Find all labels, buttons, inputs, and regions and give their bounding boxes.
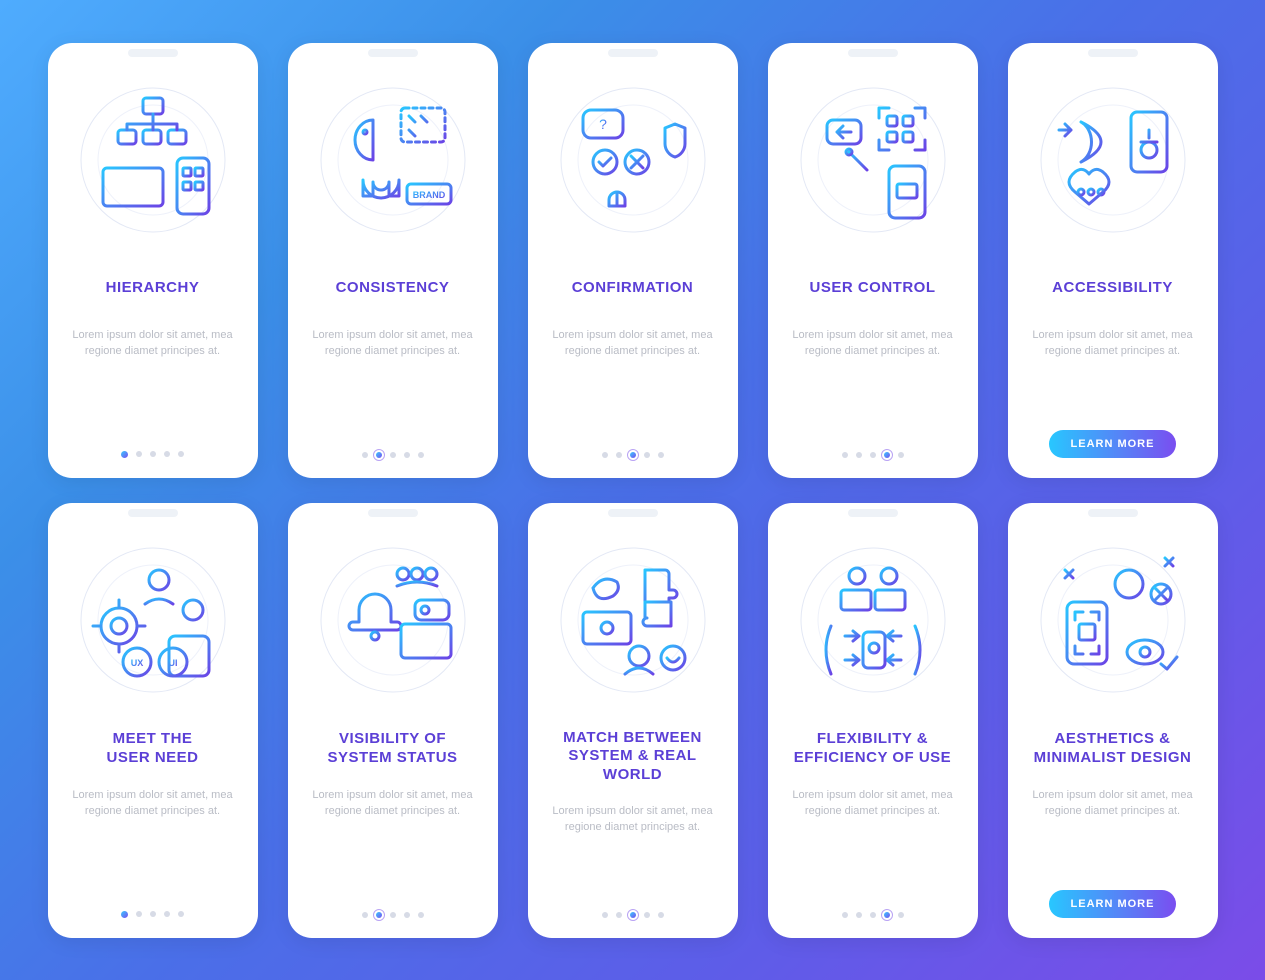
card-title: AESTHETICS & MINIMALIST DESIGN bbox=[1034, 729, 1192, 769]
minimalist-icon bbox=[1028, 535, 1198, 705]
phone-card: ACCESSIBILITY Lorem ipsum dolor sit amet,… bbox=[1008, 43, 1218, 478]
learn-more-button[interactable]: LEARN MORE bbox=[1049, 430, 1177, 458]
pagination-dot[interactable] bbox=[121, 911, 128, 918]
card-title: VISIBILITY OF SYSTEM STATUS bbox=[327, 729, 457, 769]
match-system-icon bbox=[548, 535, 718, 705]
accessibility-icon bbox=[1028, 75, 1198, 245]
pagination-dots bbox=[602, 434, 664, 458]
pagination-dot[interactable] bbox=[150, 911, 156, 917]
pagination-dots bbox=[362, 434, 424, 458]
card-description: Lorem ipsum dolor sit amet, mea regione … bbox=[58, 327, 248, 360]
phone-card: ? CONFIRMATION Lorem ipsum dolor sit amet,… bbox=[528, 43, 738, 478]
svg-text:UI: UI bbox=[168, 658, 177, 668]
card-title: HIERARCHY bbox=[106, 269, 200, 309]
pagination-dot[interactable] bbox=[856, 912, 862, 918]
pagination-dot[interactable] bbox=[630, 452, 636, 458]
pagination-dot[interactable] bbox=[390, 912, 396, 918]
card-description: Lorem ipsum dolor sit amet, mea regione … bbox=[778, 327, 968, 360]
pagination-dot[interactable] bbox=[856, 452, 862, 458]
pagination-dot[interactable] bbox=[418, 912, 424, 918]
pagination-dot[interactable] bbox=[658, 452, 664, 458]
pagination-dot[interactable] bbox=[150, 451, 156, 457]
card-description: Lorem ipsum dolor sit amet, mea regione … bbox=[298, 787, 488, 820]
card-title: FLEXIBILITY & EFFICIENCY OF USE bbox=[794, 729, 951, 769]
card-title: USER CONTROL bbox=[810, 269, 936, 309]
card-title: MATCH BETWEEN SYSTEM & REAL WORLD bbox=[538, 729, 728, 785]
learn-more-button[interactable]: LEARN MORE bbox=[1049, 890, 1177, 918]
phone-card: BRAND CONSISTENCY Lorem ipsum dolor sit am… bbox=[288, 43, 498, 478]
card-description: Lorem ipsum dolor sit amet, mea regione … bbox=[1018, 327, 1208, 360]
flexibility-icon bbox=[788, 535, 958, 705]
confirmation-icon: ? bbox=[548, 75, 718, 245]
pagination-dot[interactable] bbox=[630, 912, 636, 918]
pagination-dots bbox=[842, 434, 904, 458]
phone-card: MATCH BETWEEN SYSTEM & REAL WORLD Lorem i… bbox=[528, 503, 738, 938]
phone-card: USER CONTROL Lorem ipsum dolor sit amet, … bbox=[768, 43, 978, 478]
system-status-icon bbox=[308, 535, 478, 705]
pagination-dot[interactable] bbox=[136, 911, 142, 917]
card-description: Lorem ipsum dolor sit amet, mea regione … bbox=[538, 327, 728, 360]
card-description: Lorem ipsum dolor sit amet, mea regione … bbox=[538, 803, 728, 836]
pagination-dot[interactable] bbox=[390, 452, 396, 458]
phone-card: HIERARCHY Lorem ipsum dolor sit amet, mea… bbox=[48, 43, 258, 478]
user-need-icon: UX UI bbox=[68, 535, 238, 705]
card-title: ACCESSIBILITY bbox=[1052, 269, 1173, 309]
pagination-dot[interactable] bbox=[404, 912, 410, 918]
pagination-dot[interactable] bbox=[602, 912, 608, 918]
pagination-dot[interactable] bbox=[870, 912, 876, 918]
pagination-dot[interactable] bbox=[404, 452, 410, 458]
card-description: Lorem ipsum dolor sit amet, mea regione … bbox=[58, 787, 248, 820]
user-control-icon bbox=[788, 75, 958, 245]
card-description: Lorem ipsum dolor sit amet, mea regione … bbox=[778, 787, 968, 820]
pagination-dots bbox=[121, 893, 184, 918]
pagination-dot[interactable] bbox=[602, 452, 608, 458]
pagination-dot[interactable] bbox=[121, 451, 128, 458]
phone-mockup-grid: HIERARCHY Lorem ipsum dolor sit amet, mea… bbox=[48, 43, 1218, 938]
hierarchy-icon bbox=[68, 75, 238, 245]
pagination-dot[interactable] bbox=[884, 452, 890, 458]
pagination-dots bbox=[362, 894, 424, 918]
card-title: CONFIRMATION bbox=[572, 269, 694, 309]
phone-card: FLEXIBILITY & EFFICIENCY OF USE Lorem ips… bbox=[768, 503, 978, 938]
svg-text:?: ? bbox=[599, 116, 607, 132]
card-title: CONSISTENCY bbox=[336, 269, 450, 309]
pagination-dot[interactable] bbox=[362, 912, 368, 918]
svg-text:BRAND: BRAND bbox=[412, 190, 445, 200]
pagination-dot[interactable] bbox=[178, 451, 184, 457]
pagination-dot[interactable] bbox=[644, 452, 650, 458]
svg-text:UX: UX bbox=[130, 658, 143, 668]
pagination-dot[interactable] bbox=[136, 451, 142, 457]
card-description: Lorem ipsum dolor sit amet, mea regione … bbox=[1018, 787, 1208, 820]
pagination-dot[interactable] bbox=[616, 452, 622, 458]
pagination-dot[interactable] bbox=[164, 451, 170, 457]
pagination-dot[interactable] bbox=[870, 452, 876, 458]
pagination-dot[interactable] bbox=[178, 911, 184, 917]
pagination-dot[interactable] bbox=[658, 912, 664, 918]
pagination-dot[interactable] bbox=[644, 912, 650, 918]
card-description: Lorem ipsum dolor sit amet, mea regione … bbox=[298, 327, 488, 360]
pagination-dot[interactable] bbox=[362, 452, 368, 458]
pagination-dots bbox=[121, 433, 184, 458]
pagination-dot[interactable] bbox=[898, 912, 904, 918]
pagination-dot[interactable] bbox=[842, 452, 848, 458]
pagination-dot[interactable] bbox=[164, 911, 170, 917]
phone-card: VISIBILITY OF SYSTEM STATUS Lorem ipsum d… bbox=[288, 503, 498, 938]
phone-card: AESTHETICS & MINIMALIST DESIGN Lorem ipsu… bbox=[1008, 503, 1218, 938]
pagination-dot[interactable] bbox=[376, 912, 382, 918]
pagination-dots bbox=[842, 894, 904, 918]
pagination-dot[interactable] bbox=[418, 452, 424, 458]
pagination-dots bbox=[602, 894, 664, 918]
consistency-icon: BRAND bbox=[308, 75, 478, 245]
pagination-dot[interactable] bbox=[884, 912, 890, 918]
pagination-dot[interactable] bbox=[616, 912, 622, 918]
pagination-dot[interactable] bbox=[842, 912, 848, 918]
phone-card: UX UI MEET THE USER NEED Lorem ipsum dolor … bbox=[48, 503, 258, 938]
card-title: MEET THE USER NEED bbox=[106, 729, 198, 769]
pagination-dot[interactable] bbox=[898, 452, 904, 458]
pagination-dot[interactable] bbox=[376, 452, 382, 458]
